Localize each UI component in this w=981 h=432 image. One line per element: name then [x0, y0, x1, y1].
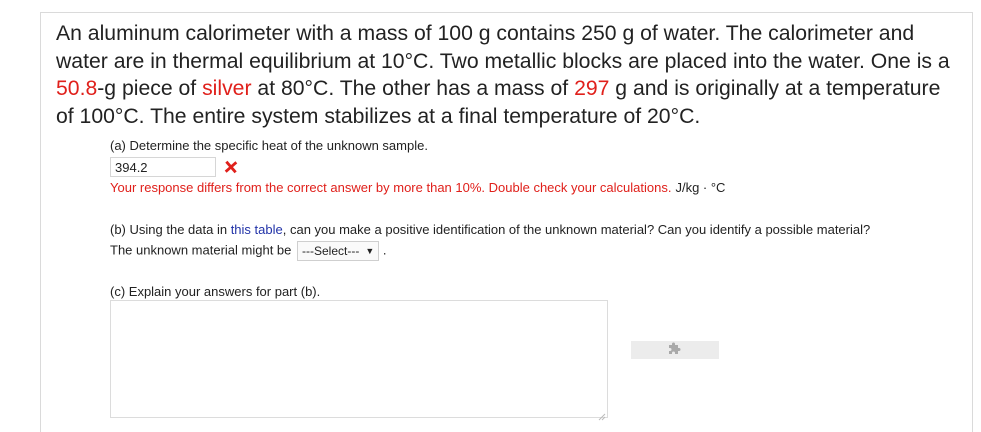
part-c-textarea[interactable] [110, 300, 608, 421]
part-a-feedback-row: Your response differs from the correct a… [110, 180, 725, 195]
part-b-text: , can you make a positive identification… [282, 222, 871, 237]
part-a-answer-input[interactable]: 394.2 [110, 157, 216, 177]
problem-text: An aluminum calorimeter with a mass of 1… [56, 22, 950, 73]
answer-value: 394.2 [115, 159, 148, 175]
puzzle-icon [667, 340, 683, 361]
material-name: silver [202, 77, 252, 100]
material-select[interactable]: ---Select--- ▼ [297, 241, 380, 261]
units-label: J/kg · °C [675, 180, 726, 195]
frame-left-border [40, 12, 41, 432]
plugin-placeholder[interactable] [631, 341, 719, 359]
unknown-mass-value: 297 [574, 77, 610, 100]
part-b-prompt: The unknown material might be [110, 242, 292, 258]
part-a-question: (a) Determine the specific heat of the u… [110, 138, 428, 153]
table-link[interactable]: this table [231, 222, 283, 237]
frame-top-border [40, 12, 972, 13]
part-b-question: (b) Using the data in this table, can yo… [110, 222, 870, 237]
feedback-message: Your response differs from the correct a… [110, 180, 672, 195]
silver-mass-value: 50.8 [56, 77, 98, 100]
period: . [382, 242, 387, 258]
frame-right-border [972, 12, 973, 432]
problem-statement: An aluminum calorimeter with a mass of 1… [56, 20, 956, 130]
part-c-question: (c) Explain your answers for part (b). [110, 284, 321, 299]
caret-down-icon: ▼ [365, 246, 375, 256]
part-a-answer-row: 394.2 [110, 156, 240, 178]
part-b-answer-line: The unknown material might be ---Select-… [110, 241, 387, 261]
problem-text: -g piece of [97, 77, 203, 100]
part-b-text: (b) Using the data in [110, 222, 231, 237]
x-icon [222, 158, 240, 176]
problem-text: at 80°C. The other has a mass of [251, 77, 575, 100]
resize-handle-icon[interactable] [598, 408, 606, 421]
select-value: ---Select--- [302, 244, 360, 258]
